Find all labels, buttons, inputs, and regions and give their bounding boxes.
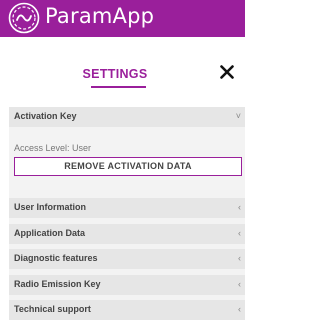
chevron-left-icon: ‹ [238, 228, 241, 238]
page-title: SETTINGS [82, 67, 148, 81]
app-title: ParamApp [45, 4, 155, 28]
section-label: Application Data [14, 228, 86, 238]
chevron-left-icon: ‹ [238, 253, 241, 263]
section-label: Technical support [14, 304, 91, 314]
chevron-left-icon: ‹ [238, 279, 241, 289]
section-label: User Information [14, 202, 87, 212]
section-label: Activation Key [14, 111, 77, 121]
access-level-text: Access Level: User [14, 143, 92, 153]
chevron-left-icon: ‹ [238, 304, 241, 314]
section-user-information[interactable]: User Information ‹ [9, 198, 245, 218]
section-activation-key[interactable]: Activation Key ˅ [9, 107, 245, 127]
section-technical-support[interactable]: Technical support ‹ [9, 300, 245, 320]
app-bar: ParamApp [0, 0, 245, 37]
section-label: Diagnostic features [14, 253, 98, 263]
title-underline [91, 86, 146, 88]
wave-gear-logo-icon [8, 2, 40, 34]
close-button[interactable] [215, 60, 239, 84]
activation-key-body: Access Level: User REMOVE ACTIVATION DAT… [9, 127, 245, 193]
chevron-down-icon: ˅ [235, 111, 241, 121]
section-application-data[interactable]: Application Data ‹ [9, 224, 245, 244]
close-icon [220, 65, 234, 79]
chevron-left-icon: ‹ [238, 202, 241, 212]
section-label: Radio Emission Key [14, 279, 101, 289]
remove-activation-data-button[interactable]: REMOVE ACTIVATION DATA [14, 157, 242, 176]
section-diagnostic-features[interactable]: Diagnostic features ‹ [9, 249, 245, 269]
settings-header: SETTINGS [0, 37, 245, 107]
section-radio-emission-key[interactable]: Radio Emission Key ‹ [9, 275, 245, 295]
settings-panel: Activation Key ˅ Access Level: User REMO… [9, 107, 245, 320]
